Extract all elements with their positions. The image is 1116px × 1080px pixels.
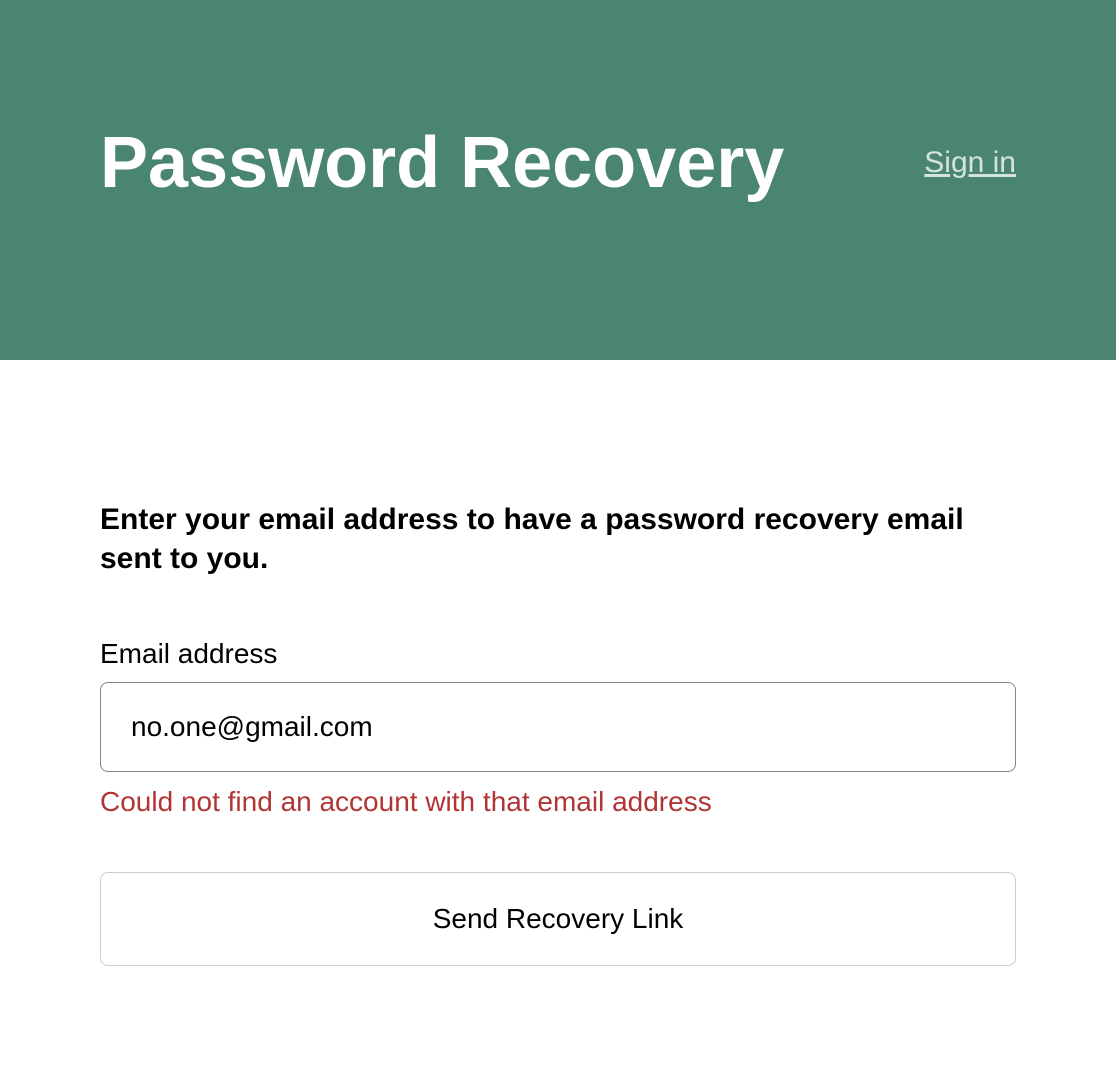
send-recovery-button[interactable]: Send Recovery Link bbox=[100, 872, 1016, 966]
email-label: Email address bbox=[100, 638, 1016, 670]
error-message: Could not find an account with that emai… bbox=[100, 786, 1016, 818]
page-content: Enter your email address to have a passw… bbox=[0, 360, 1116, 966]
page-header: Password Recovery Sign in bbox=[0, 0, 1116, 360]
signin-link[interactable]: Sign in bbox=[924, 146, 1016, 180]
email-field[interactable] bbox=[100, 682, 1016, 772]
page-title: Password Recovery bbox=[100, 122, 784, 204]
instruction-text: Enter your email address to have a passw… bbox=[100, 500, 1016, 578]
